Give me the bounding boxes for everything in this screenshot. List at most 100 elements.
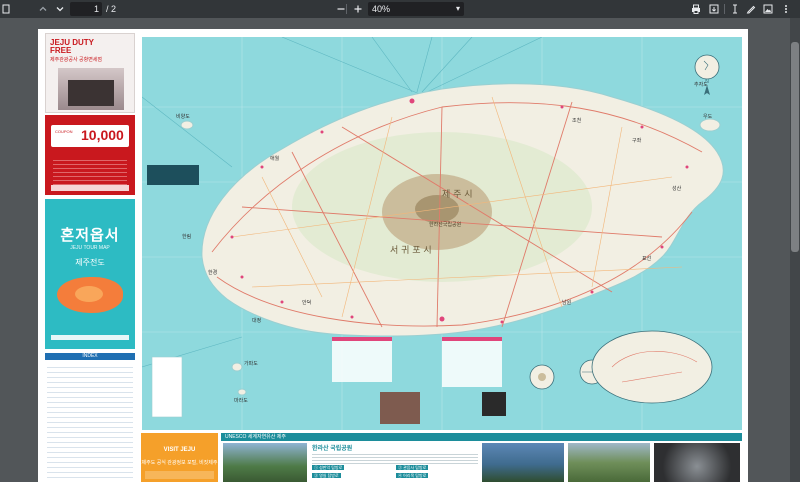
text-select-icon [730,4,740,14]
save-button[interactable] [708,0,720,18]
more-icon [784,4,788,14]
map-label-namwon: 남원 [562,300,572,306]
toolbar-divider [346,4,347,14]
dutyfree-building-image [58,68,124,110]
marado-inset [529,364,555,390]
map-info-header [332,337,392,341]
map-info-table [332,337,392,382]
scrollbar-thumb[interactable] [791,42,799,252]
visit-jeju-url-strip [145,471,214,479]
visit-jeju-title: VISIT JEJU [163,447,196,453]
coupon-panel: COUPON 10,000 [45,115,135,195]
left-panel: JEJU DUTY FREE 제주관광공사 공항면세점 COUPON 10,00… [45,33,135,482]
hallasan-info: 한라산 국립공원 ① 성판악 탐방로 ② 관음사 탐방로 ③ 영실 탐방로 ④ … [310,443,480,482]
map-label-biyangdo: 비양도 [176,114,190,120]
map-index: INDEX [45,353,135,482]
trail-tag: ② 관음사 탐방로 [396,465,429,470]
trail-tag: ④ 어리목 탐방로 [396,473,429,478]
map-label-gapado: 가파도 [244,361,258,367]
dutyfree-ad: JEJU DUTY FREE 제주관광공사 공항면세점 [45,33,135,113]
brochure-cover: 혼저옵서 JEJU TOUR MAP 제주전도 [45,199,135,349]
sidebar-toggle-icon [2,4,10,14]
map-label-seongsan: 성산 [672,186,682,192]
toolbar-divider [724,4,725,14]
map-label-pyoseon: 표선 [642,256,652,262]
trail-tag: ③ 영실 탐방로 [312,473,341,478]
map-legend [151,356,183,418]
zoom-value: 40% [372,4,391,14]
coupon-ticket: COUPON 10,000 [51,125,129,147]
map-label-jocheon: 조천 [572,118,582,124]
zoom-select[interactable]: 40% ▾ [368,2,464,16]
image-icon [763,4,773,14]
coupon-terms [53,157,127,187]
cover-logos [51,335,129,340]
cover-subtitle: JEJU TOUR MAP [70,245,110,251]
cover-title: 혼저옵서 [60,227,120,244]
oreum-photo [568,443,650,482]
island-illustration [57,277,123,313]
index-table [47,363,133,482]
map-label-gujwa: 구좌 [632,138,642,144]
prev-page-icon [38,4,48,14]
seongsan-photo [482,443,564,482]
map-qr-card [147,165,199,185]
page-number-input[interactable]: 1 [70,2,102,16]
image-button[interactable] [762,0,774,18]
coupon-value: 10,000 [81,127,124,143]
visit-jeju-subtitle: 제주도 공식 관광정보 포털, 비짓제주 [141,460,218,466]
udo-detail-map [591,330,713,404]
udo-island [699,118,721,132]
hallasan-info-title: 한라산 국립공원 [312,446,353,452]
vertical-scrollbar[interactable] [790,18,800,482]
unesco-heading: UNESCO 세계자연유산 제주 [221,433,742,441]
more-button[interactable] [780,0,792,18]
print-button[interactable] [690,0,702,18]
draw-button[interactable] [745,0,757,18]
dutyfree-subtitle: 제주관광공사 공항면세점 [50,57,102,63]
zoom-in-icon [353,4,363,14]
page-total-label: / 2 [106,4,117,14]
trail-tag: ① 성판악 탐방로 [312,465,345,470]
chujado-inset [694,54,720,80]
map-label-seogwiposi: 서 귀 포 시 [390,246,432,256]
hallasan-photo [223,443,307,482]
visit-jeju-banner: VISIT JEJU 제주도 공식 관광정보 포털, 비짓제주 [141,433,218,482]
hallasan-info-text [312,452,478,464]
map-photo [380,392,420,424]
gapado-island [231,362,243,372]
next-page-button[interactable] [53,0,67,18]
cover-region: 제주전도 [75,258,105,267]
next-page-icon [55,4,65,14]
map-label-andeok: 안덕 [302,300,312,306]
coupon-label: COUPON [55,129,73,134]
dutyfree-brand: JEJU DUTY FREE [50,38,94,55]
map-info-header [442,337,502,341]
zoom-out-icon [336,4,346,14]
biyangdo-island [180,120,194,130]
print-icon [691,4,701,14]
marado-island [237,388,247,396]
map-label-marado: 마라도 [234,398,248,404]
index-header: INDEX [45,353,135,360]
map-label-udo: 우도 [703,114,713,120]
text-select-button[interactable] [729,0,741,18]
sidebar-toggle-button[interactable] [0,0,12,18]
zoom-in-button[interactable] [351,0,365,18]
map-label-chujado: 추자도 [694,82,708,88]
map-label-hangyeong: 한경 [208,270,218,276]
map-label-hallim: 한림 [182,234,192,240]
map-label-daejeong: 대정 [252,318,262,324]
qr-code [482,392,506,416]
prev-page-button[interactable] [36,0,50,18]
save-icon [709,4,719,14]
draw-icon [746,4,756,14]
pdf-toolbar: 1 / 2 40% ▾ [0,0,800,18]
map-label-hallasan: 한라산국립공원 [429,222,462,228]
map-info-table [442,337,502,387]
lava-tube-photo [654,443,740,482]
coupon-footer [51,185,129,191]
pdf-page: JEJU DUTY FREE 제주관광공사 공항면세점 COUPON 10,00… [38,29,748,482]
jeju-map: N 제 주 시 서 귀 포 시 한라산국립공원 한림 애월 조천 구좌 성산 표… [142,37,742,430]
map-label-aewol: 애월 [270,156,280,162]
